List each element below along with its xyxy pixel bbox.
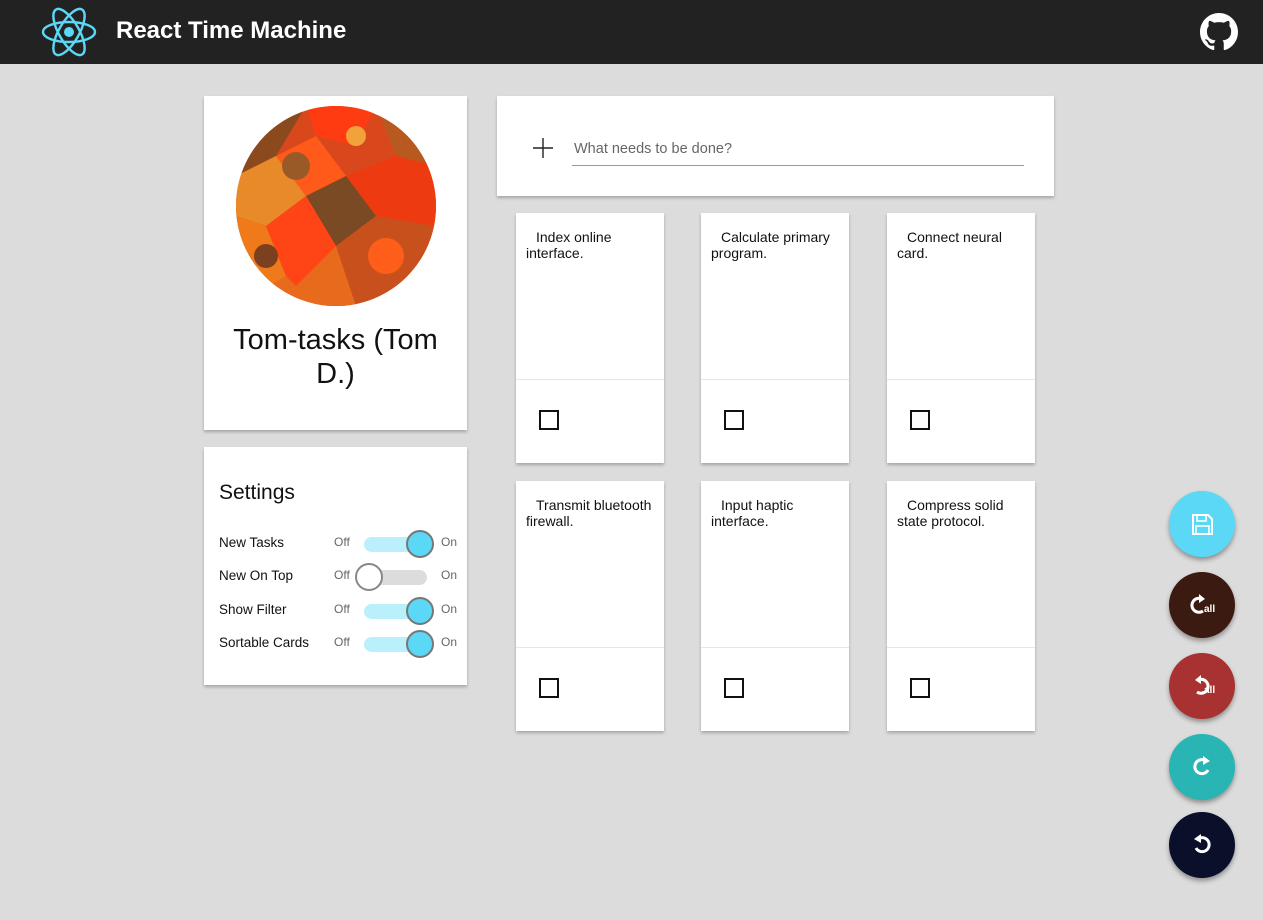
setting-label: Show Filter: [219, 602, 287, 617]
setting-label: Sortable Cards: [219, 635, 310, 650]
redo-button[interactable]: [1169, 734, 1235, 800]
redo-all-icon: all: [1190, 594, 1215, 615]
all-badge: all: [1204, 685, 1215, 696]
top-bar: React Time Machine: [0, 0, 1263, 64]
app-title: React Time Machine: [116, 17, 347, 44]
on-label: On: [441, 568, 458, 582]
task-text: Index online interface.: [526, 229, 612, 261]
settings-card: Settings New Tasks Off On New On Top Off…: [204, 447, 467, 685]
on-label: On: [441, 535, 458, 549]
task-divider: [887, 647, 1035, 648]
off-label: Off: [334, 602, 350, 616]
new-task-card: [497, 96, 1054, 196]
task-card[interactable]: Index online interface.: [516, 213, 664, 463]
task-card[interactable]: Compress solid state protocol.: [887, 481, 1035, 731]
task-divider: [516, 379, 664, 380]
react-atom-icon[interactable]: [40, 5, 98, 59]
task-divider: [887, 379, 1035, 380]
task-card[interactable]: Connect neural card.: [887, 213, 1035, 463]
sortable-cards-toggle[interactable]: [406, 630, 434, 658]
task-divider: [701, 379, 849, 380]
new-task-input[interactable]: [572, 132, 1024, 166]
undo-icon: [1194, 834, 1211, 854]
setting-label: New On Top: [219, 568, 294, 583]
task-divider: [701, 647, 849, 648]
task-divider: [516, 647, 664, 648]
save-button[interactable]: [1169, 491, 1235, 557]
save-icon: [1192, 514, 1213, 535]
task-text: Calculate primary program.: [711, 229, 830, 261]
settings-title: Settings: [219, 481, 295, 504]
show-filter-toggle[interactable]: [406, 597, 434, 625]
task-card[interactable]: Transmit bluetooth firewall.: [516, 481, 664, 731]
github-icon[interactable]: [1200, 13, 1238, 51]
setting-new-tasks: New Tasks Off On: [204, 529, 467, 559]
plus-icon[interactable]: [531, 136, 555, 160]
redo-all-button[interactable]: all: [1169, 572, 1235, 638]
task-text: Transmit bluetooth firewall.: [526, 497, 652, 529]
undo-button[interactable]: [1169, 812, 1235, 878]
redo-icon: [1193, 756, 1210, 776]
task-text: Compress solid state protocol.: [897, 497, 1004, 529]
task-card[interactable]: Calculate primary program.: [701, 213, 849, 463]
off-label: Off: [334, 568, 350, 582]
task-text: Connect neural card.: [897, 229, 1002, 261]
all-badge: all: [1204, 604, 1215, 615]
profile-name: Tom-tasks (Tom D.): [233, 324, 438, 390]
setting-sortable-cards: Sortable Cards Off On: [204, 629, 467, 659]
task-checkbox[interactable]: [910, 410, 930, 430]
avatar: [236, 106, 436, 306]
setting-label: New Tasks: [219, 535, 285, 550]
new-on-top-toggle[interactable]: [355, 563, 383, 591]
setting-new-on-top: New On Top Off On: [204, 562, 467, 592]
task-checkbox[interactable]: [910, 678, 930, 698]
on-label: On: [441, 635, 458, 649]
new-tasks-toggle[interactable]: [406, 530, 434, 558]
on-label: On: [441, 602, 458, 616]
task-checkbox[interactable]: [539, 410, 559, 430]
undo-all-icon: all: [1195, 675, 1215, 696]
setting-show-filter: Show Filter Off On: [204, 596, 467, 626]
task-checkbox[interactable]: [539, 678, 559, 698]
task-checkbox[interactable]: [724, 410, 744, 430]
off-label: Off: [334, 635, 350, 649]
task-card[interactable]: Input haptic interface.: [701, 481, 849, 731]
off-label: Off: [334, 535, 350, 549]
profile-card: Tom-tasks (Tom D.): [204, 96, 467, 430]
task-text: Input haptic interface.: [711, 497, 794, 529]
undo-all-button[interactable]: all: [1169, 653, 1235, 719]
task-checkbox[interactable]: [724, 678, 744, 698]
